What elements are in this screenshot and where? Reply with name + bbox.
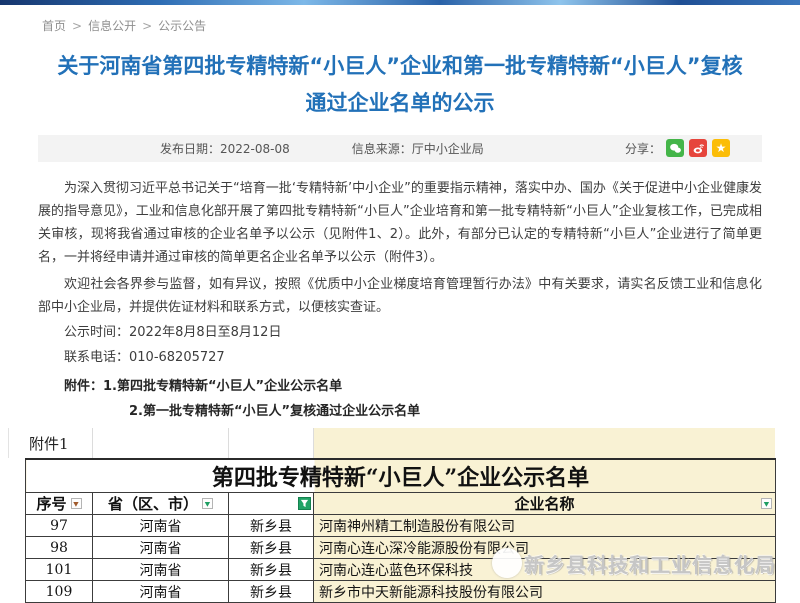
sheet-empty-cell [229,428,314,458]
attachment-link-2[interactable]: 2.第一批专精特新“小巨人”复核通过企业公示名单 [38,400,762,423]
info-source: 信息来源：厅中小企业局 [352,140,484,157]
col-header-company: 企业名称▼ [314,493,776,515]
breadcrumb-info-disclosure[interactable]: 信息公开 [88,19,136,33]
active-filter-funnel-icon [298,497,311,510]
share-weibo-icon[interactable] [689,139,707,157]
cell-index: 109 [26,581,93,603]
filter-dropdown-icon: ▼ [761,498,772,509]
article-meta-bar: 发布日期：2022-08-08 信息来源：厅中小企业局 分享： ★ [38,135,762,162]
attachment-link-1[interactable]: 1.第四批专精特新“小巨人”企业公示名单 [103,379,342,394]
article: 关于河南省第四批专精特新“小巨人”企业和第一批专精特新“小巨人”复核通过企业名单… [38,48,762,479]
paragraph: 欢迎社会各界参与监督，如有异议，按照《优质中小企业梯度培育管理暂行办法》中有关要… [38,273,762,319]
cell-county: 新乡县 [229,515,314,537]
filter-dropdown-icon: ▼ [202,498,213,509]
col-header-county [229,493,314,515]
cell-company: 河南心连心深冷能源股份有限公司 [314,537,776,559]
filter-dropdown-icon: ▼ [71,498,82,509]
attachments-label: 附件： [64,379,103,394]
publish-date: 发布日期：2022-08-08 [160,140,290,157]
col-header-index: 序号▼ [26,493,93,515]
share-qzone-star-icon[interactable]: ★ [712,139,730,157]
cell-company: 新乡市中天新能源科技股份有限公司 [314,581,776,603]
sheet-label: 附件1 [9,428,93,458]
sheet-empty-cell [314,428,775,458]
cell-index: 101 [26,559,93,581]
table-row: 97 河南省 新乡县 河南神州精工制造股份有限公司 [26,515,776,537]
breadcrumb: 首页 > 信息公开 > 公示公告 [0,5,800,34]
share-wechat-icon[interactable] [666,139,684,157]
cell-province: 河南省 [93,515,229,537]
sheet-label-row: 附件1 [8,428,775,458]
table-row: 101 河南省 新乡县 河南心连心蓝色环保科技 [26,559,776,581]
share-label: 分享： [625,140,661,157]
cell-county: 新乡县 [229,581,314,603]
cell-province: 河南省 [93,581,229,603]
cell-company: 河南神州精工制造股份有限公司 [314,515,776,537]
page-title: 关于河南省第四批专精特新“小巨人”企业和第一批专精特新“小巨人”复核通过企业名单… [50,48,750,122]
cell-company: 河南心连心蓝色环保科技 [314,559,776,581]
cell-province: 河南省 [93,559,229,581]
cell-province: 河南省 [93,537,229,559]
sheet-empty-cell [93,428,229,458]
table-row: 109 河南省 新乡县 新乡市中天新能源科技股份有限公司 [26,581,776,603]
paragraph: 为深入贯彻习近平总书记关于“培育一批‘专精特新’中小企业”的重要指示精神，落实中… [38,177,762,269]
publicity-time-line: 公示时间：2022年8月8日至8月12日 [38,321,762,344]
cell-index: 97 [26,515,93,537]
share-bar: 分享： ★ [625,139,730,157]
table-row: 98 河南省 新乡县 河南心连心深冷能源股份有限公司 [26,537,776,559]
breadcrumb-separator: > [142,19,152,33]
table-title: 第四批专精特新“小巨人”企业公示名单 [26,459,776,493]
col-header-province: 省（区、市）▼ [93,493,229,515]
cell-index: 98 [26,537,93,559]
contact-phone-line: 联系电话：010-68205727 [38,346,762,369]
cell-county: 新乡县 [229,559,314,581]
cell-county: 新乡县 [229,537,314,559]
attachment-spreadsheet: 附件1 第四批专精特新“小巨人”企业公示名单 序号▼ 省（区、市）▼ 企业名称▼… [0,428,800,458]
breadcrumb-home[interactable]: 首页 [42,19,66,33]
breadcrumb-separator: > [72,19,82,33]
breadcrumb-public-notice[interactable]: 公示公告 [158,19,206,33]
company-list-table: 第四批专精特新“小巨人”企业公示名单 序号▼ 省（区、市）▼ 企业名称▼ 97 … [25,458,776,603]
